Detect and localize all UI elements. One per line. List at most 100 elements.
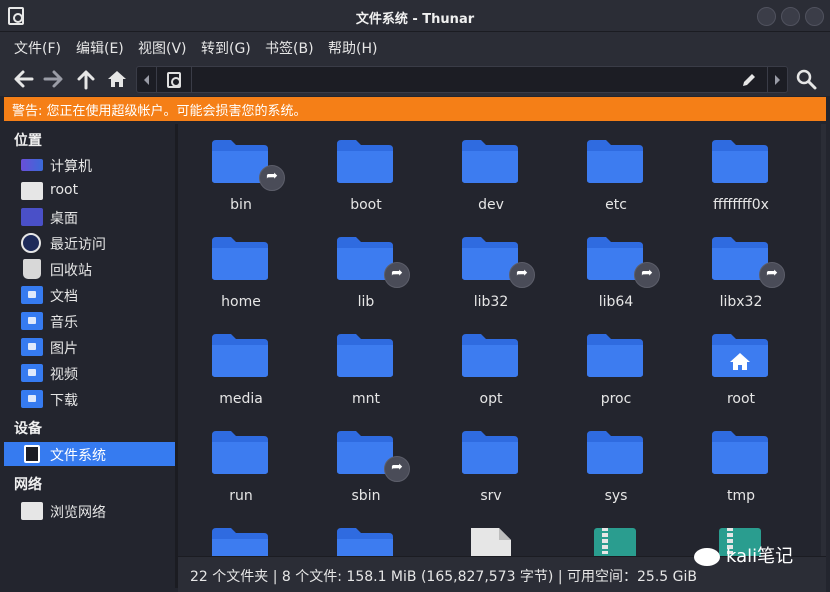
file-grid[interactable]: bin boot dev etc ffffffff0x home lib lib32 lib64… <box>178 124 826 556</box>
file-item-media[interactable]: media <box>178 318 298 410</box>
status-text: 22 个文件夹 | 8 个文件: 158.1 MiB (165,827,573 … <box>190 569 697 585</box>
folder-icon <box>587 431 643 474</box>
sidebar-item-documents[interactable]: 文档 <box>4 283 175 307</box>
search-icon[interactable] <box>795 68 817 90</box>
folder-icon <box>212 431 268 474</box>
file-name: sbin <box>351 488 381 504</box>
file-name: sys <box>604 488 628 504</box>
window-title: 文件系统 - Thunar <box>355 12 475 27</box>
location-bar[interactable] <box>136 66 788 93</box>
videos-folder-icon <box>21 364 43 382</box>
trash-icon <box>23 259 41 279</box>
folder-icon <box>587 334 643 377</box>
sidebar-section-devices: 设备 <box>14 421 42 437</box>
file-name: media <box>219 391 263 407</box>
file-item-item-22[interactable] <box>428 512 548 556</box>
folder-icon <box>337 140 393 183</box>
menu-go[interactable]: 转到(G) <box>201 38 251 58</box>
symlink-badge-icon <box>509 262 535 288</box>
file-item-tmp[interactable]: tmp <box>678 415 798 507</box>
file-item-lib[interactable]: lib <box>303 221 423 313</box>
file-item-ffffffff0x[interactable]: ffffffff0x <box>678 124 798 216</box>
file-name: dev <box>478 197 504 213</box>
menu-view[interactable]: 视图(V) <box>138 38 187 58</box>
arrow-up-icon[interactable] <box>75 68 97 90</box>
arrow-right-icon[interactable] <box>43 68 65 90</box>
home-folder-icon <box>21 182 43 200</box>
file-name: mnt <box>352 391 380 407</box>
folder-icon <box>462 431 518 474</box>
sidebar-item-browse-network[interactable]: 浏览网络 <box>4 499 175 523</box>
file-item-item-20[interactable] <box>178 512 298 556</box>
sidebar-item-recent[interactable]: 最近访问 <box>4 231 175 255</box>
sidebar-item-pictures[interactable]: 图片 <box>4 335 175 359</box>
file-item-dev[interactable]: dev <box>428 124 548 216</box>
file-item-sbin[interactable]: sbin <box>303 415 423 507</box>
close-button[interactable] <box>805 7 824 26</box>
symlink-badge-icon <box>384 262 410 288</box>
sidebar-section-network: 网络 <box>14 477 42 493</box>
folder-icon <box>587 140 643 183</box>
folder-icon <box>712 431 768 474</box>
file-item-boot[interactable]: boot <box>303 124 423 216</box>
sidebar-item-videos[interactable]: 视频 <box>4 361 175 385</box>
downloads-folder-icon <box>21 390 43 408</box>
file-item-srv[interactable]: srv <box>428 415 548 507</box>
root-warning-banner: 警告: 您正在使用超级帐户。可能会损害您的系统。 <box>4 97 826 121</box>
file-item-bin[interactable]: bin <box>178 124 298 216</box>
menu-edit[interactable]: 编辑(E) <box>76 38 124 58</box>
pencil-icon[interactable] <box>741 72 757 88</box>
file-name: libx32 <box>719 294 763 310</box>
file-item-mnt[interactable]: mnt <box>303 318 423 410</box>
file-name: srv <box>480 488 502 504</box>
sidebar-item-filesystem[interactable]: 文件系统 <box>4 442 175 466</box>
sidebar-item-root[interactable]: root <box>4 179 175 203</box>
path-root-button[interactable] <box>167 72 181 88</box>
vertical-scrollbar[interactable] <box>821 124 826 556</box>
file-name: lib32 <box>473 294 509 310</box>
file-item-item-21[interactable] <box>303 512 423 556</box>
file-item-sys[interactable]: sys <box>553 415 673 507</box>
path-scroll-right-icon[interactable] <box>775 75 780 85</box>
folder-icon <box>337 528 393 556</box>
file-item-item-23[interactable] <box>553 512 673 556</box>
sidebar-item-music[interactable]: 音乐 <box>4 309 175 333</box>
music-folder-icon <box>21 312 43 330</box>
menu-help[interactable]: 帮助(H) <box>328 38 377 58</box>
file-item-proc[interactable]: proc <box>553 318 673 410</box>
sidebar-item-trash[interactable]: 回收站 <box>4 257 175 281</box>
toolbar <box>0 62 830 96</box>
home-icon[interactable] <box>106 68 128 90</box>
sidebar-item-downloads[interactable]: 下载 <box>4 387 175 411</box>
sidebar-item-desktop[interactable]: 桌面 <box>4 205 175 229</box>
wechat-icon <box>694 548 720 566</box>
file-item-root[interactable]: root <box>678 318 798 410</box>
file-item-libx32[interactable]: libx32 <box>678 221 798 313</box>
folder-icon <box>712 140 768 183</box>
sidebar: 位置 计算机 root 桌面 最近访问 回收站 文档 音乐 图片 视频 下载 设… <box>4 124 175 588</box>
network-icon <box>21 502 43 520</box>
file-name: opt <box>479 391 503 407</box>
computer-icon <box>21 159 43 171</box>
file-name: home <box>221 294 261 310</box>
file-item-lib64[interactable]: lib64 <box>553 221 673 313</box>
home-folder-icon <box>712 334 768 377</box>
menu-bookmarks[interactable]: 书签(B) <box>265 38 314 58</box>
desktop-icon <box>21 208 43 226</box>
file-item-etc[interactable]: etc <box>553 124 673 216</box>
arrow-left-icon[interactable] <box>12 68 34 90</box>
file-name: root <box>726 391 756 407</box>
file-item-lib32[interactable]: lib32 <box>428 221 548 313</box>
menu-file[interactable]: 文件(F) <box>14 38 61 58</box>
minimize-button[interactable] <box>757 7 776 26</box>
sidebar-item-computer[interactable]: 计算机 <box>4 153 175 177</box>
maximize-button[interactable] <box>781 7 800 26</box>
path-scroll-left-icon[interactable] <box>144 75 149 85</box>
file-item-home[interactable]: home <box>178 221 298 313</box>
recent-icon <box>21 233 41 253</box>
archive-icon <box>594 528 636 556</box>
file-icon <box>471 528 511 556</box>
folder-icon <box>212 237 268 280</box>
file-item-opt[interactable]: opt <box>428 318 548 410</box>
file-item-run[interactable]: run <box>178 415 298 507</box>
